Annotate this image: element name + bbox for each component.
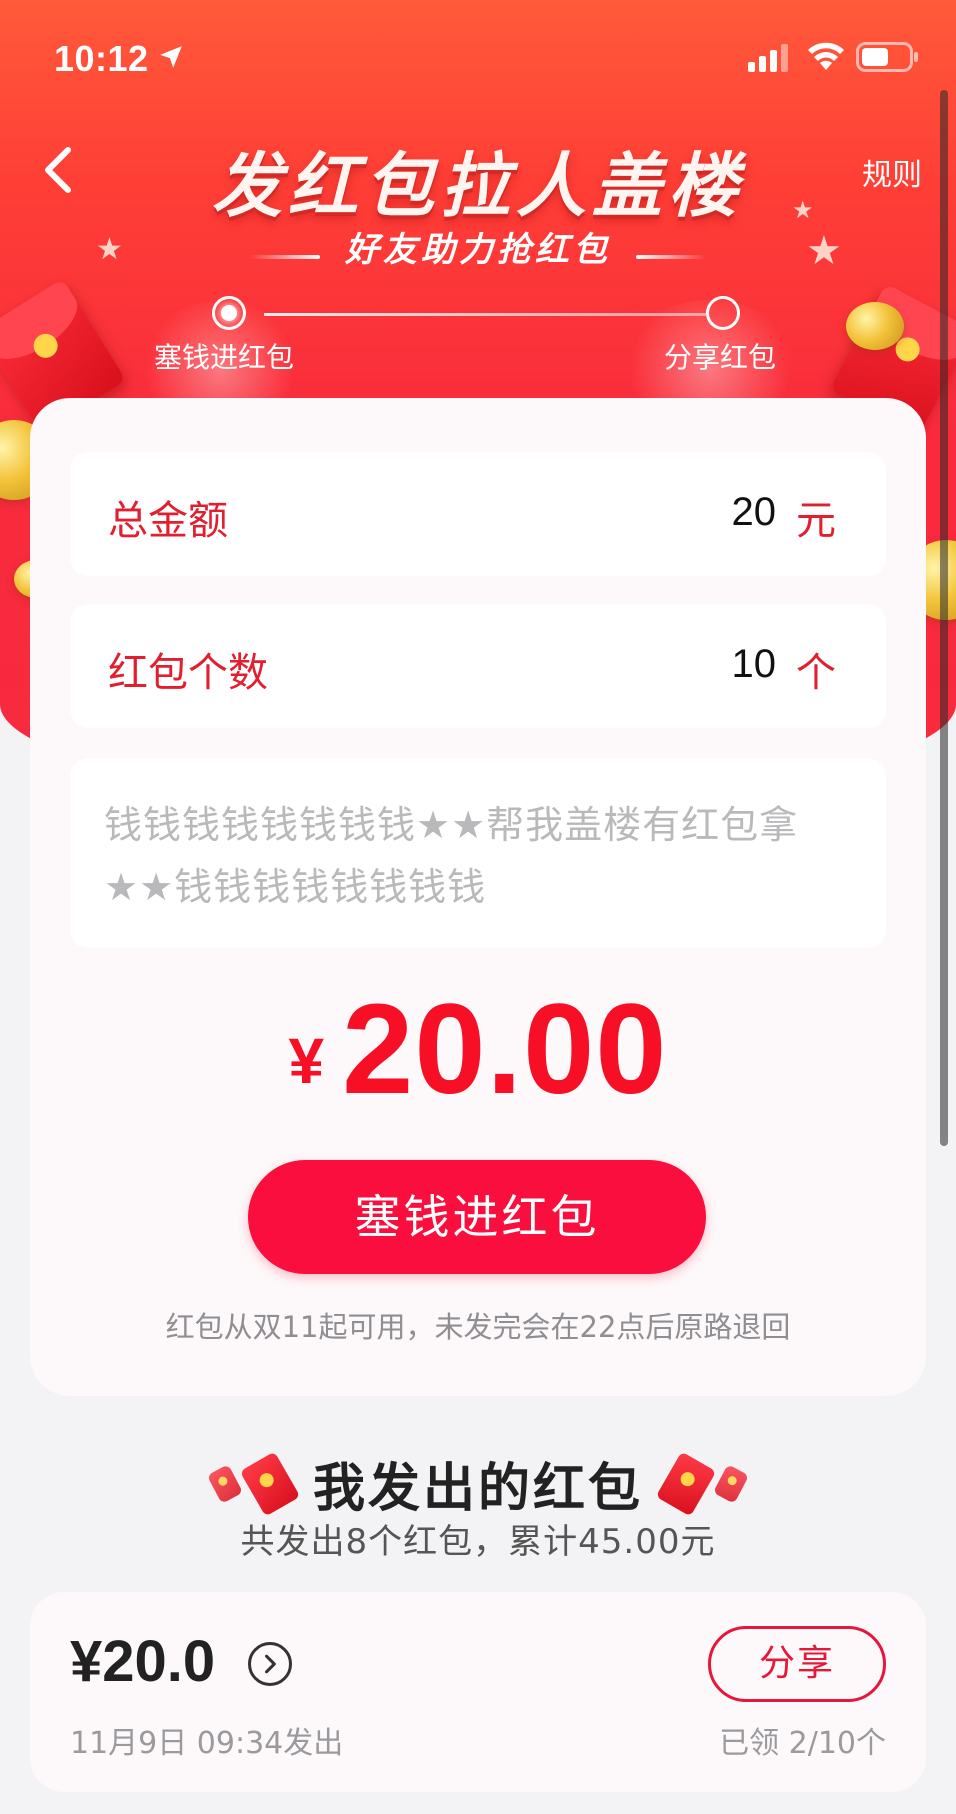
record-amount: ¥20.0 (70, 1629, 216, 1694)
red-envelope-icon (206, 1463, 243, 1504)
subtitle-row: 好友助力抢红包 (0, 222, 956, 271)
step-dot-active (212, 296, 246, 330)
total-amount-unit: 元 (796, 498, 836, 544)
packet-count-value[interactable]: 10 (732, 642, 777, 687)
location-arrow-icon (160, 46, 182, 68)
sent-section-header: 我发出的红包 (0, 1446, 956, 1521)
chevron-right-icon[interactable] (248, 1642, 292, 1686)
red-envelope-icon (655, 1450, 717, 1517)
message-text: 钱钱钱钱钱钱钱钱★★帮我盖楼有红包拿★★钱钱钱钱钱钱钱钱 (104, 803, 799, 909)
availability-note: 红包从双11起可用，未发完会在22点后原路退回 (165, 1310, 791, 1344)
sent-summary: 共发出8个红包，累计45.00元 (240, 1522, 716, 1562)
packet-count-field[interactable]: 红包个数 10 个 (70, 604, 886, 728)
fill-packet-button[interactable]: 塞钱进红包 (248, 1160, 706, 1274)
subtitle-line-right (636, 254, 707, 259)
total-amount-label: 总金额 (108, 498, 228, 544)
step-dot (706, 296, 740, 330)
share-button[interactable]: 分享 (708, 1626, 886, 1702)
cellular-signal-icon (748, 44, 788, 72)
packet-count-label: 红包个数 (108, 650, 268, 696)
step-label-fill: 塞钱进红包 (154, 341, 295, 374)
send-packet-card: 总金额 20 元 红包个数 10 个 钱钱钱钱钱钱钱钱★★帮我盖楼有红包拿★★钱… (30, 398, 926, 1396)
page-subtitle: 好友助力抢红包 (345, 230, 611, 270)
step-label-share: 分享红包 (664, 341, 777, 374)
record-claimed-count: 已领 2/10个 (719, 1726, 886, 1761)
progress-steps: 塞钱进红包 分享红包 (0, 296, 956, 376)
page-title: 发红包拉人盖楼 (212, 145, 744, 227)
message-input[interactable]: 钱钱钱钱钱钱钱钱★★帮我盖楼有红包拿★★钱钱钱钱钱钱钱钱 (70, 758, 886, 948)
total-display-amount: 20.00 (342, 978, 668, 1121)
red-envelope-icon (239, 1450, 301, 1517)
sent-record[interactable]: ¥20.0 11月9日 09:34发出 分享 已领 2/10个 (30, 1592, 926, 1792)
status-bar: 10:12 (0, 0, 956, 120)
red-envelope-icon (713, 1463, 750, 1504)
sent-section-title: 我发出的红包 (312, 1459, 643, 1519)
total-amount-field[interactable]: 总金额 20 元 (70, 452, 886, 576)
currency-symbol: ¥ (288, 1025, 325, 1097)
battery-icon (856, 42, 918, 72)
total-display: ¥20.00 (30, 976, 926, 1123)
record-time: 11月9日 09:34发出 (70, 1726, 344, 1761)
packet-count-unit: 个 (796, 650, 836, 696)
step-connector (264, 313, 706, 316)
total-amount-value[interactable]: 20 (732, 490, 777, 535)
status-time: 10:12 (54, 38, 149, 79)
wifi-icon (808, 42, 844, 70)
subtitle-line-left (249, 254, 320, 259)
